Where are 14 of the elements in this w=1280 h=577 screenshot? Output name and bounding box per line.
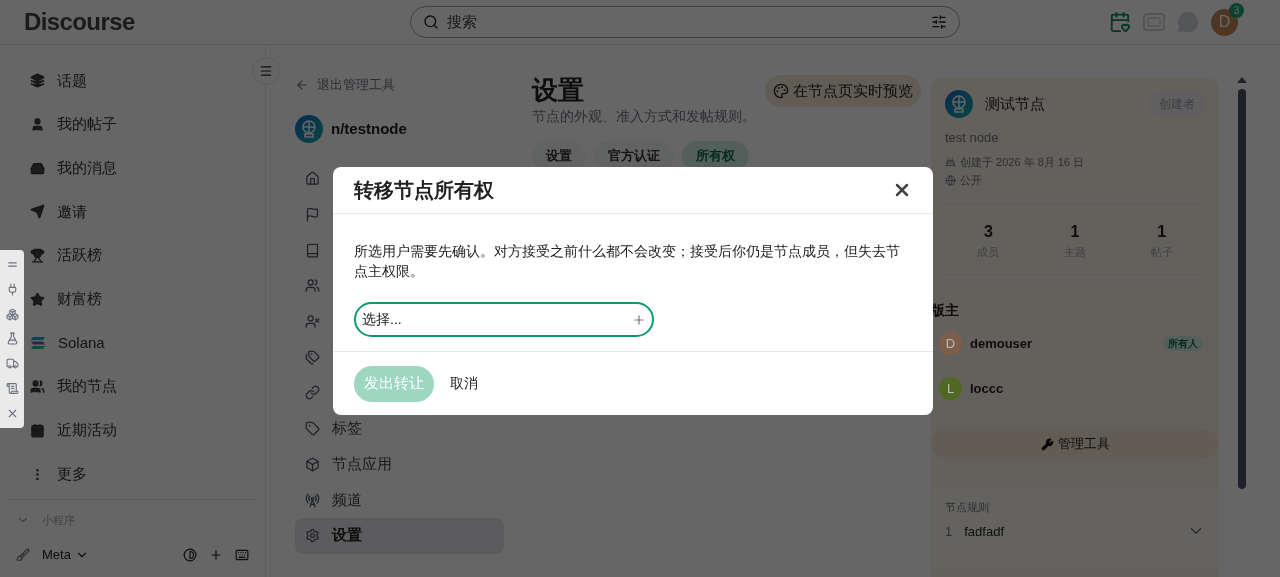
dialog-title: 转移节点所有权: [354, 178, 494, 203]
notification-badge: 3: [1229, 2, 1244, 18]
page-subtitle: 节点的外观、准入方式和发帖规则。: [532, 107, 756, 126]
rule-number: 1: [945, 522, 953, 541]
description: test node: [945, 129, 1000, 147]
page-title: 设置: [532, 75, 585, 105]
stat-value: 3: [983, 221, 993, 242]
dialog-message: 所选用户需要先确认。对方接受之前什么都不会改变；接受后你仍是节点成员，但失去节点主权限。: [354, 242, 901, 281]
card-title: 测试节点: [985, 93, 1045, 114]
rule-text: fadfadf: [964, 522, 1004, 541]
stat-value: 1: [1157, 221, 1167, 242]
stat-value: 1: [1070, 221, 1080, 242]
node-name: n/testnode: [331, 118, 407, 139]
owner-tag: 所有人: [1163, 336, 1203, 351]
